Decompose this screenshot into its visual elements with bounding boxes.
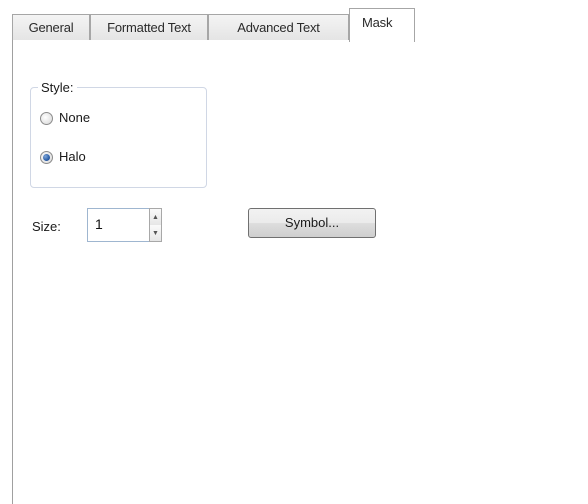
tab-mask[interactable]: Mask [349,8,415,42]
size-input[interactable]: 1 [87,208,149,242]
tab-advanced-text[interactable]: Advanced Text [208,14,349,41]
style-group-legend: Style: [38,80,77,95]
symbol-button[interactable]: Symbol... [248,208,376,238]
size-spinner[interactable]: 1 ▲ ▼ [87,208,175,242]
radio-none-label[interactable]: None [59,110,90,126]
up-arrow-icon: ▲ [152,213,159,221]
style-groupbox [30,87,207,188]
radio-halo-row[interactable]: Halo [40,148,86,166]
size-up-button[interactable]: ▲ [150,209,161,226]
radio-none[interactable] [40,111,53,125]
size-label: Size: [32,219,61,234]
size-spin-buttons: ▲ ▼ [149,208,162,242]
down-arrow-icon: ▼ [152,229,159,237]
size-value: 1 [95,216,103,232]
radio-halo-label[interactable]: Halo [59,149,86,165]
tab-general[interactable]: General [12,14,90,41]
radio-none-row[interactable]: None [40,109,90,127]
radio-halo[interactable] [40,150,53,164]
mask-properties-page: General Formatted Text Advanced Text Mas… [0,0,588,504]
tab-strip: General Formatted Text Advanced Text Mas… [12,8,588,42]
size-down-button[interactable]: ▼ [150,225,161,241]
tab-formatted-text[interactable]: Formatted Text [90,14,208,41]
